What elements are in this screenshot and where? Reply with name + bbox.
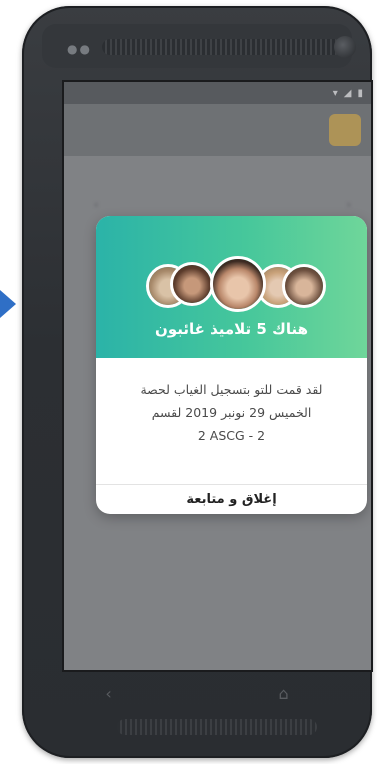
message-line: 2 ASCG - 2 [197,428,266,443]
sensor-dots: ●● [67,42,92,56]
student-avatar-main [210,256,266,312]
dialog-message: لقد قمت للتو بتسجيل الغياب لحصة الخميس 2… [96,358,367,460]
bottom-speaker-grill [117,719,317,735]
top-speaker-grill [102,39,342,55]
message-line: الخميس 29 نونبر 2019 لقسم [151,405,312,420]
close-and-continue-button[interactable]: إغلاق و متابعة [96,485,367,513]
student-avatars [144,256,326,312]
pointer-arrow [0,290,16,318]
phone-frame: ●● ▾ ◢ ▮ ‹ › هناك 5 تلاميذ غائبون لقد قم… [22,6,373,758]
message-line: لقد قمت للتو بتسجيل الغياب لحصة [140,382,323,397]
student-avatar [282,264,326,308]
front-camera [334,36,356,58]
home-icon[interactable]: ⌂ [278,684,288,703]
dialog-header: هناك 5 تلاميذ غائبون [96,216,367,358]
nav-back-icon[interactable]: ‹ [105,684,111,703]
absence-dialog: هناك 5 تلاميذ غائبون لقد قمت للتو بتسجيل… [96,216,367,514]
phone-nav-bar: ‹ ⌂ [22,678,372,708]
dialog-title: هناك 5 تلاميذ غائبون [155,320,308,338]
student-avatar [170,262,214,306]
phone-screen: ▾ ◢ ▮ ‹ › هناك 5 تلاميذ غائبون لقد قمت ل… [62,80,373,672]
